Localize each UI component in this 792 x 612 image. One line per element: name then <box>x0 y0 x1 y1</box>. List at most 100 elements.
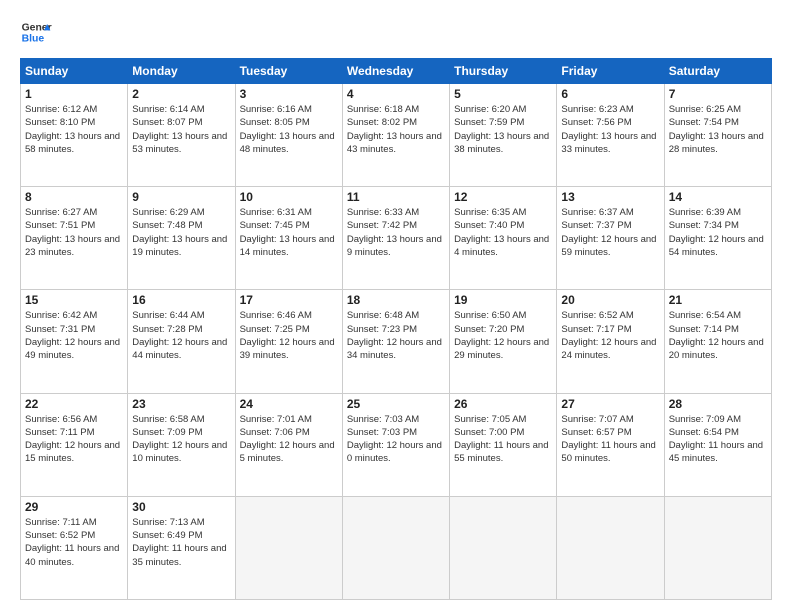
day-number: 8 <box>25 190 123 204</box>
weekday-header: Tuesday <box>235 59 342 84</box>
calendar-cell: 7 Sunrise: 6:25 AMSunset: 7:54 PMDaylight… <box>664 84 771 187</box>
calendar-cell: 2 Sunrise: 6:14 AMSunset: 8:07 PMDaylight… <box>128 84 235 187</box>
day-info: Sunrise: 7:03 AMSunset: 7:03 PMDaylight:… <box>347 413 445 466</box>
weekday-header: Monday <box>128 59 235 84</box>
day-info: Sunrise: 6:29 AMSunset: 7:48 PMDaylight:… <box>132 206 230 259</box>
weekday-header: Thursday <box>450 59 557 84</box>
day-info: Sunrise: 6:44 AMSunset: 7:28 PMDaylight:… <box>132 309 230 362</box>
page: General Blue SundayMondayTuesdayWednesda… <box>0 0 792 612</box>
day-number: 7 <box>669 87 767 101</box>
calendar-cell: 24 Sunrise: 7:01 AMSunset: 7:06 PMDayligh… <box>235 393 342 496</box>
day-number: 2 <box>132 87 230 101</box>
day-info: Sunrise: 6:14 AMSunset: 8:07 PMDaylight:… <box>132 103 230 156</box>
day-number: 24 <box>240 397 338 411</box>
day-number: 28 <box>669 397 767 411</box>
calendar-cell: 22Sunrise: 6:56 AMSunset: 7:11 PMDayligh… <box>21 393 128 496</box>
day-number: 15 <box>25 293 123 307</box>
day-number: 21 <box>669 293 767 307</box>
day-number: 30 <box>132 500 230 514</box>
calendar-cell: 25 Sunrise: 7:03 AMSunset: 7:03 PMDayligh… <box>342 393 449 496</box>
day-info: Sunrise: 6:25 AMSunset: 7:54 PMDaylight:… <box>669 103 767 156</box>
calendar-cell: 8 Sunrise: 6:27 AMSunset: 7:51 PMDaylight… <box>21 187 128 290</box>
calendar-cell: 11Sunrise: 6:33 AMSunset: 7:42 PMDayligh… <box>342 187 449 290</box>
calendar-week-row: 29 Sunrise: 7:11 AMSunset: 6:52 PMDayligh… <box>21 496 772 599</box>
header: General Blue <box>20 16 772 48</box>
day-number: 17 <box>240 293 338 307</box>
calendar: SundayMondayTuesdayWednesdayThursdayFrid… <box>20 58 772 600</box>
calendar-cell <box>235 496 342 599</box>
calendar-cell: 23Sunrise: 6:58 AMSunset: 7:09 PMDayligh… <box>128 393 235 496</box>
calendar-cell <box>664 496 771 599</box>
day-number: 5 <box>454 87 552 101</box>
day-info: Sunrise: 6:12 AMSunset: 8:10 PMDaylight:… <box>25 103 123 156</box>
weekday-header: Wednesday <box>342 59 449 84</box>
calendar-cell: 9 Sunrise: 6:29 AMSunset: 7:48 PMDaylight… <box>128 187 235 290</box>
logo: General Blue <box>20 16 52 48</box>
day-number: 1 <box>25 87 123 101</box>
day-info: Sunrise: 6:33 AMSunset: 7:42 PMDaylight:… <box>347 206 445 259</box>
calendar-cell: 6 Sunrise: 6:23 AMSunset: 7:56 PMDaylight… <box>557 84 664 187</box>
svg-text:Blue: Blue <box>22 34 45 45</box>
weekday-header: Sunday <box>21 59 128 84</box>
day-number: 12 <box>454 190 552 204</box>
calendar-cell: 5 Sunrise: 6:20 AMSunset: 7:59 PMDaylight… <box>450 84 557 187</box>
day-number: 4 <box>347 87 445 101</box>
calendar-cell: 3Sunrise: 6:16 AMSunset: 8:05 PMDaylight… <box>235 84 342 187</box>
day-number: 9 <box>132 190 230 204</box>
day-number: 10 <box>240 190 338 204</box>
day-info: Sunrise: 6:20 AMSunset: 7:59 PMDaylight:… <box>454 103 552 156</box>
calendar-cell: 28 Sunrise: 7:09 AMSunset: 6:54 PMDayligh… <box>664 393 771 496</box>
day-info: Sunrise: 6:54 AMSunset: 7:14 PMDaylight:… <box>669 309 767 362</box>
weekday-header: Friday <box>557 59 664 84</box>
day-number: 20 <box>561 293 659 307</box>
day-number: 13 <box>561 190 659 204</box>
calendar-week-row: 1 Sunrise: 6:12 AMSunset: 8:10 PMDaylight… <box>21 84 772 187</box>
logo-icon: General Blue <box>20 16 52 48</box>
day-info: Sunrise: 6:52 AMSunset: 7:17 PMDaylight:… <box>561 309 659 362</box>
day-info: Sunrise: 7:05 AMSunset: 7:00 PMDaylight:… <box>454 413 552 466</box>
day-info: Sunrise: 6:39 AMSunset: 7:34 PMDaylight:… <box>669 206 767 259</box>
day-info: Sunrise: 6:27 AMSunset: 7:51 PMDaylight:… <box>25 206 123 259</box>
day-number: 23 <box>132 397 230 411</box>
calendar-week-row: 22Sunrise: 6:56 AMSunset: 7:11 PMDayligh… <box>21 393 772 496</box>
day-info: Sunrise: 7:07 AMSunset: 6:57 PMDaylight:… <box>561 413 659 466</box>
calendar-cell: 17 Sunrise: 6:46 AMSunset: 7:25 PMDayligh… <box>235 290 342 393</box>
calendar-cell: 15 Sunrise: 6:42 AMSunset: 7:31 PMDayligh… <box>21 290 128 393</box>
day-info: Sunrise: 7:11 AMSunset: 6:52 PMDaylight:… <box>25 516 123 569</box>
day-number: 29 <box>25 500 123 514</box>
day-info: Sunrise: 6:23 AMSunset: 7:56 PMDaylight:… <box>561 103 659 156</box>
calendar-cell: 21 Sunrise: 6:54 AMSunset: 7:14 PMDayligh… <box>664 290 771 393</box>
calendar-cell: 19 Sunrise: 6:50 AMSunset: 7:20 PMDayligh… <box>450 290 557 393</box>
calendar-week-row: 15 Sunrise: 6:42 AMSunset: 7:31 PMDayligh… <box>21 290 772 393</box>
day-number: 14 <box>669 190 767 204</box>
day-info: Sunrise: 6:46 AMSunset: 7:25 PMDaylight:… <box>240 309 338 362</box>
day-info: Sunrise: 6:48 AMSunset: 7:23 PMDaylight:… <box>347 309 445 362</box>
calendar-cell <box>557 496 664 599</box>
calendar-cell: 29 Sunrise: 7:11 AMSunset: 6:52 PMDayligh… <box>21 496 128 599</box>
day-number: 3 <box>240 87 338 101</box>
day-number: 27 <box>561 397 659 411</box>
day-info: Sunrise: 6:35 AMSunset: 7:40 PMDaylight:… <box>454 206 552 259</box>
calendar-cell: 20 Sunrise: 6:52 AMSunset: 7:17 PMDayligh… <box>557 290 664 393</box>
day-info: Sunrise: 6:18 AMSunset: 8:02 PMDaylight:… <box>347 103 445 156</box>
calendar-cell: 13Sunrise: 6:37 AMSunset: 7:37 PMDayligh… <box>557 187 664 290</box>
day-info: Sunrise: 6:50 AMSunset: 7:20 PMDaylight:… <box>454 309 552 362</box>
day-number: 16 <box>132 293 230 307</box>
calendar-cell: 26 Sunrise: 7:05 AMSunset: 7:00 PMDayligh… <box>450 393 557 496</box>
calendar-cell: 4 Sunrise: 6:18 AMSunset: 8:02 PMDaylight… <box>342 84 449 187</box>
day-number: 6 <box>561 87 659 101</box>
calendar-cell <box>450 496 557 599</box>
day-info: Sunrise: 6:56 AMSunset: 7:11 PMDaylight:… <box>25 413 123 466</box>
calendar-cell <box>342 496 449 599</box>
day-info: Sunrise: 7:01 AMSunset: 7:06 PMDaylight:… <box>240 413 338 466</box>
day-number: 19 <box>454 293 552 307</box>
day-info: Sunrise: 6:31 AMSunset: 7:45 PMDaylight:… <box>240 206 338 259</box>
day-info: Sunrise: 7:09 AMSunset: 6:54 PMDaylight:… <box>669 413 767 466</box>
calendar-cell: 1 Sunrise: 6:12 AMSunset: 8:10 PMDaylight… <box>21 84 128 187</box>
day-info: Sunrise: 7:13 AMSunset: 6:49 PMDaylight:… <box>132 516 230 569</box>
day-number: 26 <box>454 397 552 411</box>
calendar-cell: 27 Sunrise: 7:07 AMSunset: 6:57 PMDayligh… <box>557 393 664 496</box>
day-number: 25 <box>347 397 445 411</box>
day-info: Sunrise: 6:42 AMSunset: 7:31 PMDaylight:… <box>25 309 123 362</box>
weekday-header-row: SundayMondayTuesdayWednesdayThursdayFrid… <box>21 59 772 84</box>
